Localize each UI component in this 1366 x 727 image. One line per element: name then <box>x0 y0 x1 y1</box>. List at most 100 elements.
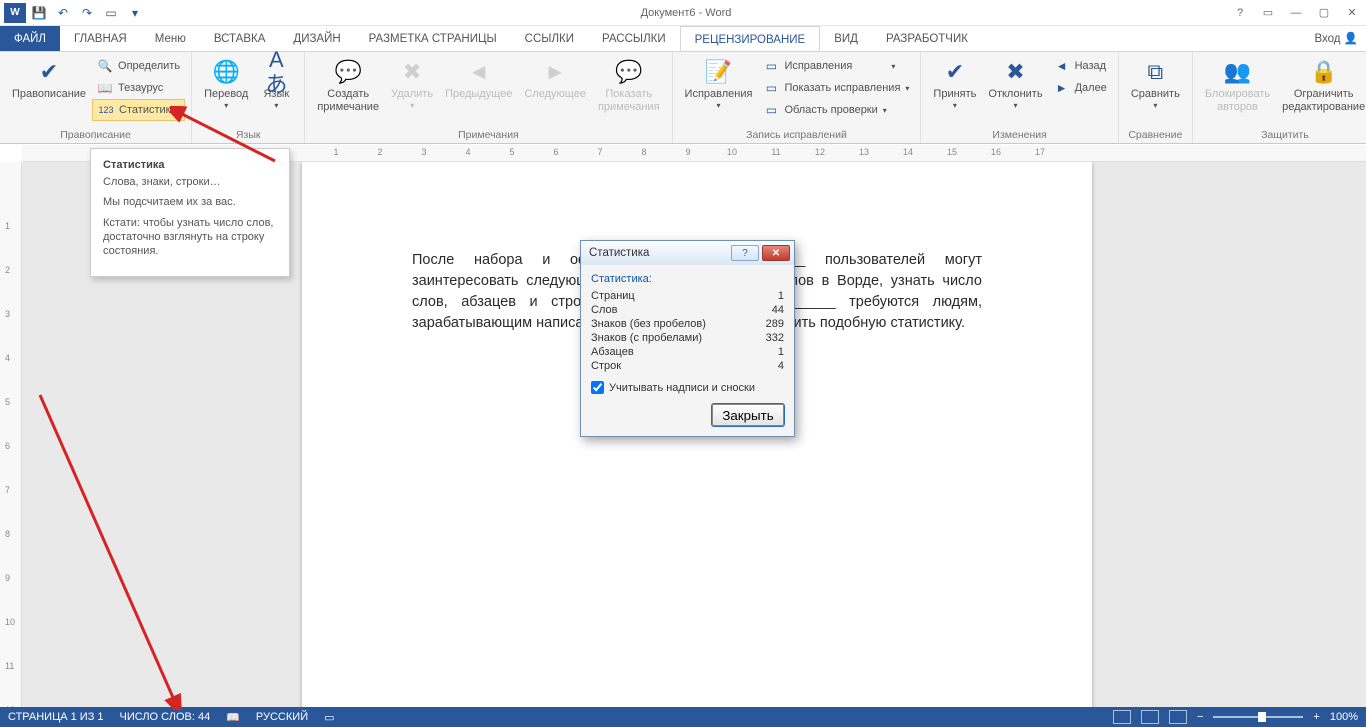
minimize-icon[interactable]: — <box>1282 3 1310 23</box>
zoom-in-button[interactable]: + <box>1313 711 1319 723</box>
qat-dropdown-icon[interactable]: ▾ <box>124 3 146 23</box>
dialog-help-button[interactable]: ? <box>731 245 759 261</box>
group-label-tracking: Запись исправлений <box>673 127 921 143</box>
undo-icon[interactable]: ↶ <box>52 3 74 23</box>
redo-icon[interactable]: ↷ <box>76 3 98 23</box>
group-label-comments: Примечания <box>305 127 671 143</box>
show-comments-button[interactable]: 💬Показать примечания <box>592 54 666 126</box>
thesaurus-button[interactable]: 📖Тезаурус <box>92 77 185 99</box>
include-textboxes-checkbox[interactable]: Учитывать надписи и сноски <box>591 381 784 394</box>
tab-mailings[interactable]: РАССЫЛКИ <box>588 26 680 51</box>
restrict-editing-button[interactable]: 🔒Ограничить редактирование <box>1276 54 1366 126</box>
status-proof-icon[interactable]: 📖 <box>226 711 240 724</box>
dialog-close-button[interactable]: Закрыть <box>712 404 784 426</box>
display-icon: ▭ <box>763 58 779 74</box>
group-tracking: 📝Исправления▾ ▭Исправления ▾ ▭Показать и… <box>673 52 922 143</box>
stat-value: 1 <box>778 346 784 358</box>
track-changes-button[interactable]: 📝Исправления▾ <box>679 54 759 126</box>
stat-row: Знаков (без пробелов) 289 <box>591 317 784 331</box>
reject-button[interactable]: ✖Отклонить▾ <box>982 54 1048 126</box>
language-button[interactable]: AあЯзык▾ <box>254 54 298 126</box>
dialog-titlebar[interactable]: Статистика ? ✕ <box>581 241 794 265</box>
tooltip-line: Кстати: чтобы узнать число слов, достато… <box>103 216 277 259</box>
compare-button[interactable]: ⧉Сравнить▾ <box>1125 54 1186 126</box>
view-print-layout-icon[interactable] <box>1113 710 1131 724</box>
view-read-mode-icon[interactable] <box>1141 710 1159 724</box>
status-language[interactable]: РУССКИЙ <box>256 711 308 723</box>
accept-icon: ✔ <box>939 56 971 88</box>
next-icon: ► <box>1054 80 1070 96</box>
next-change-button[interactable]: ►Далее <box>1049 77 1112 99</box>
word-app-icon: W <box>4 3 26 23</box>
tab-home[interactable]: ГЛАВНАЯ <box>60 26 141 51</box>
tab-page-layout[interactable]: РАЗМЕТКА СТРАНИЦЫ <box>355 26 511 51</box>
track-changes-icon: 📝 <box>702 56 734 88</box>
thesaurus-icon: 📖 <box>97 80 113 96</box>
word-count-button[interactable]: 123Статистика <box>92 99 185 121</box>
prev-comment-button[interactable]: ◄Предыдущее <box>439 54 518 126</box>
stat-label: Знаков (без пробелов) <box>591 318 706 330</box>
translate-button[interactable]: 🌐Перевод▾ <box>198 54 254 126</box>
group-language: 🌐Перевод▾ AあЯзык▾ Язык <box>192 52 305 143</box>
accept-button[interactable]: ✔Принять▾ <box>927 54 982 126</box>
new-comment-button[interactable]: 💬Создать примечание <box>311 54 385 126</box>
ruler-vertical[interactable]: 123456789101112 <box>0 162 22 707</box>
show-markup-dropdown[interactable]: ▭Показать исправления ▾ <box>758 77 914 99</box>
tab-review[interactable]: РЕЦЕНЗИРОВАНИЕ <box>680 26 821 51</box>
tab-references[interactable]: ССЫЛКИ <box>511 26 588 51</box>
group-changes: ✔Принять▾ ✖Отклонить▾ ◄Назад ►Далее Изме… <box>921 52 1118 143</box>
tab-file[interactable]: ФАЙЛ <box>0 26 60 51</box>
ribbon-options-icon[interactable]: ▭ <box>1254 3 1282 23</box>
pane-icon: ▭ <box>763 102 779 118</box>
tab-menu[interactable]: Меню <box>141 26 200 51</box>
previous-change-button[interactable]: ◄Назад <box>1049 55 1112 77</box>
next-comment-button[interactable]: ►Следующее <box>518 54 592 126</box>
zoom-slider[interactable] <box>1213 716 1303 718</box>
new-doc-icon[interactable]: ▭ <box>100 3 122 23</box>
statistics-dialog: Статистика ? ✕ Статистика: Страниц1Слов4… <box>580 240 795 437</box>
group-label-compare: Сравнение <box>1119 127 1192 143</box>
display-for-review-dropdown[interactable]: ▭Исправления ▾ <box>758 55 914 77</box>
quick-access-toolbar: W 💾 ↶ ↷ ▭ ▾ <box>0 3 146 23</box>
sign-in-link[interactable]: Вход 👤 <box>1314 26 1366 51</box>
group-protect: 👥Блокировать авторов 🔒Ограничить редакти… <box>1193 52 1366 143</box>
stat-row: Страниц1 <box>591 289 784 303</box>
ribbon: ✔ Правописание 🔍Определить 📖Тезаурус 123… <box>0 52 1366 144</box>
new-comment-icon: 💬 <box>332 56 364 88</box>
maximize-icon[interactable]: ▢ <box>1310 3 1338 23</box>
view-web-layout-icon[interactable] <box>1169 710 1187 724</box>
ribbon-tabs: ФАЙЛ ГЛАВНАЯ Меню ВСТАВКА ДИЗАЙН РАЗМЕТК… <box>0 26 1366 52</box>
stat-value: 289 <box>766 318 784 330</box>
include-textboxes-input[interactable] <box>591 381 604 394</box>
stat-value: 44 <box>772 304 784 316</box>
delete-comment-icon: ✖ <box>396 56 428 88</box>
status-word-count[interactable]: ЧИСЛО СЛОВ: 44 <box>120 711 211 723</box>
close-icon[interactable]: ✕ <box>1338 3 1366 23</box>
stat-label: Строк <box>591 360 621 372</box>
window-title: Документ6 - Word <box>146 7 1226 19</box>
delete-comment-button[interactable]: ✖Удалить▾ <box>385 54 439 126</box>
help-icon[interactable]: ? <box>1226 3 1254 23</box>
tab-view[interactable]: ВИД <box>820 26 872 51</box>
zoom-level[interactable]: 100% <box>1330 711 1358 723</box>
wordcount-icon: 123 <box>98 102 114 118</box>
dialog-section-header: Статистика: <box>591 273 784 285</box>
prev-icon: ◄ <box>1054 58 1070 74</box>
compare-icon: ⧉ <box>1139 56 1171 88</box>
restrict-icon: 🔒 <box>1308 56 1340 88</box>
next-comment-icon: ► <box>539 56 571 88</box>
reject-icon: ✖ <box>999 56 1031 88</box>
stat-label: Страниц <box>591 290 635 302</box>
define-button[interactable]: 🔍Определить <box>92 55 185 77</box>
save-icon[interactable]: 💾 <box>28 3 50 23</box>
dialog-close-x-button[interactable]: ✕ <box>762 245 790 261</box>
spelling-button[interactable]: ✔ Правописание <box>6 54 92 126</box>
zoom-out-button[interactable]: − <box>1197 711 1203 723</box>
status-page[interactable]: СТРАНИЦА 1 ИЗ 1 <box>8 711 104 723</box>
status-macro-icon[interactable]: ▭ <box>324 711 334 724</box>
reviewing-pane-dropdown[interactable]: ▭Область проверки ▾ <box>758 99 914 121</box>
dialog-title-text: Статистика <box>589 247 728 259</box>
block-authors-button[interactable]: 👥Блокировать авторов <box>1199 54 1276 126</box>
tab-developer[interactable]: РАЗРАБОТЧИК <box>872 26 982 51</box>
stat-label: Слов <box>591 304 617 316</box>
